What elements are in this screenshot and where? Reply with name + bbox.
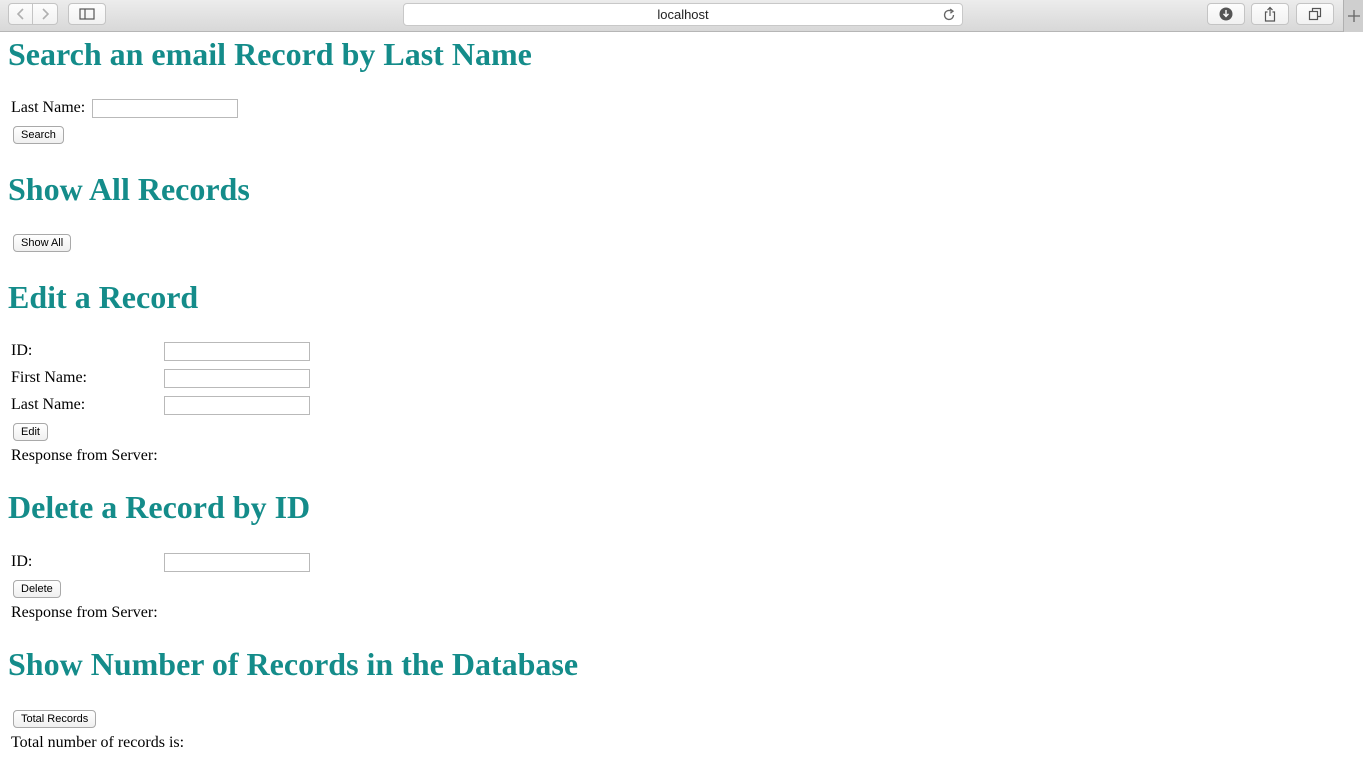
plus-icon — [1347, 10, 1360, 22]
delete-response-label: Response from Server: — [11, 604, 158, 621]
new-tab-button[interactable] — [1343, 0, 1363, 32]
total-records-label: Total number of records is: — [11, 734, 185, 751]
tabs-icon — [1308, 7, 1322, 21]
delete-heading: Delete a Record by ID — [8, 489, 311, 525]
chevron-left-icon — [16, 8, 24, 20]
edit-first-name-label: First Name: — [11, 369, 87, 386]
delete-button[interactable]: Delete — [13, 580, 61, 598]
share-icon — [1264, 6, 1276, 22]
tabs-button[interactable] — [1296, 3, 1334, 25]
edit-id-input[interactable] — [164, 342, 310, 361]
sidebar-button[interactable] — [68, 3, 106, 25]
browser-toolbar: localhost — [0, 0, 1363, 32]
delete-id-label: ID: — [11, 553, 33, 570]
download-icon — [1219, 7, 1233, 21]
search-last-name-input[interactable] — [92, 99, 238, 118]
edit-button[interactable]: Edit — [13, 423, 48, 441]
forward-button[interactable] — [33, 3, 58, 25]
address-bar[interactable]: localhost — [403, 3, 963, 26]
count-heading: Show Number of Records in the Database — [8, 646, 579, 682]
sidebar-icon — [79, 8, 95, 20]
download-button[interactable] — [1207, 3, 1245, 25]
chevron-right-icon — [42, 8, 50, 20]
delete-id-input[interactable] — [164, 553, 310, 572]
search-heading: Search an email Record by Last Name — [8, 36, 532, 72]
edit-last-name-input[interactable] — [164, 396, 310, 415]
total-records-button[interactable]: Total Records — [13, 710, 97, 728]
show-all-button[interactable]: Show All — [13, 234, 72, 252]
share-button[interactable] — [1251, 3, 1289, 25]
edit-id-label: ID: — [11, 342, 33, 359]
edit-response-label: Response from Server: — [11, 447, 158, 464]
search-last-name-label: Last Name: — [11, 99, 86, 116]
edit-heading: Edit a Record — [8, 279, 199, 315]
edit-last-name-label: Last Name: — [11, 396, 86, 413]
show-all-heading: Show All Records — [8, 171, 250, 207]
address-text: localhost — [657, 7, 709, 22]
search-button[interactable]: Search — [13, 126, 64, 144]
reload-button[interactable] — [942, 8, 956, 25]
edit-first-name-input[interactable] — [164, 369, 310, 388]
back-button[interactable] — [8, 3, 33, 25]
reload-icon — [943, 8, 955, 21]
